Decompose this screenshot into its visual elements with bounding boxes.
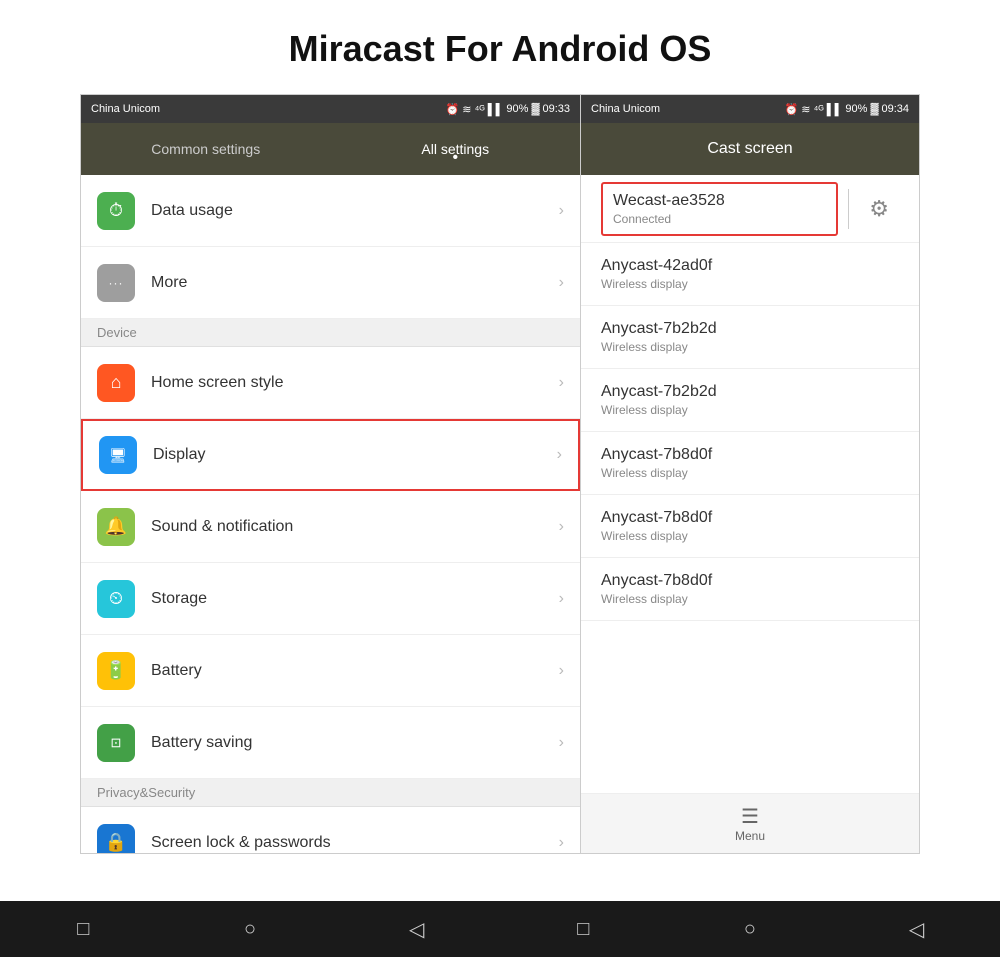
cast-device-status-0: Wireless display (601, 277, 899, 291)
data-usage-label: Data usage (151, 202, 559, 220)
battery-label: Battery (151, 662, 559, 680)
status-bar-left: China Unicom ⏰ ≋ ⁴ᴳ ▌▌ 90% ▓ 09:33 (81, 95, 580, 123)
menu-icon: ☰ (741, 804, 759, 829)
cast-device-3[interactable]: Anycast-7b8d0f Wireless display (581, 432, 919, 495)
time-left: 09:33 (542, 103, 570, 115)
cast-device-0[interactable]: Anycast-42ad0f Wireless display (581, 243, 919, 306)
settings-item-screen-lock[interactable]: 🔒 Screen lock & passwords › (81, 807, 580, 853)
nav-back-left[interactable]: ◁ (377, 917, 457, 942)
battery-icon-right: ▓ (870, 103, 878, 115)
cast-device-name-2: Anycast-7b2b2d (601, 383, 899, 401)
nav-square-left[interactable]: □ (43, 918, 123, 941)
bottom-nav: □ ○ ◁ □ ○ ◁ (0, 901, 1000, 957)
status-signal-left: ⏰ ≋ ⁴ᴳ ▌▌ (446, 103, 504, 116)
more-label: More (151, 274, 559, 292)
phone-left: China Unicom ⏰ ≋ ⁴ᴳ ▌▌ 90% ▓ 09:33 Commo… (81, 95, 581, 853)
cast-device-status-1: Wireless display (601, 340, 899, 354)
cast-title: Cast screen (707, 140, 792, 158)
screen-lock-label: Screen lock & passwords (151, 834, 559, 852)
arrow-screen-lock: › (559, 834, 564, 852)
nav-square-right[interactable]: □ (543, 918, 623, 941)
arrow-more: › (559, 274, 564, 292)
settings-item-battery[interactable]: 🔋 Battery › (81, 635, 580, 707)
carrier-right: China Unicom (591, 103, 660, 115)
cast-menu-bottom[interactable]: ☰ Menu (581, 793, 919, 853)
battery-saving-label: Battery saving (151, 734, 559, 752)
settings-item-battery-saving[interactable]: ⊡ Battery saving › (81, 707, 580, 779)
settings-item-data-usage[interactable]: ⏱ Data usage › (81, 175, 580, 247)
arrow-battery-saving: › (559, 734, 564, 752)
storage-icon: ⏲ (97, 580, 135, 618)
cast-device-status-5: Wireless display (601, 592, 899, 606)
arrow-battery: › (559, 662, 564, 680)
time-right: 09:34 (881, 103, 909, 115)
more-icon: ··· (97, 264, 135, 302)
page-title: Miracast For Android OS (0, 0, 1000, 94)
phones-container: China Unicom ⏰ ≋ ⁴ᴳ ▌▌ 90% ▓ 09:33 Commo… (80, 94, 920, 854)
nav-header-left: Common settings All settings (81, 123, 580, 175)
cast-device-status-3: Wireless display (601, 466, 899, 480)
battery-right: 90% (845, 103, 867, 115)
battery-icon: 🔋 (97, 652, 135, 690)
tab-all-settings[interactable]: All settings (331, 127, 581, 171)
cast-device-2[interactable]: Anycast-7b2b2d Wireless display (581, 369, 919, 432)
tab-common-settings[interactable]: Common settings (81, 127, 331, 171)
display-label: Display (153, 446, 557, 464)
settings-item-storage[interactable]: ⏲ Storage › (81, 563, 580, 635)
phone-right: China Unicom ⏰ ≋ ⁴ᴳ ▌▌ 90% ▓ 09:34 Cast … (581, 95, 919, 853)
arrow-display: › (557, 446, 562, 464)
home-screen-label: Home screen style (151, 374, 559, 392)
cast-device-name-4: Anycast-7b8d0f (601, 509, 899, 527)
cast-device-5[interactable]: Anycast-7b8d0f Wireless display (581, 558, 919, 621)
settings-item-sound[interactable]: 🔔 Sound & notification › (81, 491, 580, 563)
battery-saving-icon: ⊡ (97, 724, 135, 762)
cast-divider (848, 189, 849, 229)
cast-device-status-4: Wireless display (601, 529, 899, 543)
nav-circle-right[interactable]: ○ (710, 918, 790, 941)
nav-circle-left[interactable]: ○ (210, 918, 290, 941)
settings-item-home-screen[interactable]: ⌂ Home screen style › (81, 347, 580, 419)
cast-settings-icon[interactable]: ⚙ (859, 196, 899, 222)
section-device: Device (81, 319, 580, 347)
sound-label: Sound & notification (151, 518, 559, 536)
settings-item-more[interactable]: ··· More › (81, 247, 580, 319)
status-icons-right: ⏰ ≋ ⁴ᴳ ▌▌ 90% ▓ 09:34 (785, 103, 909, 116)
status-signal-right: ⏰ ≋ ⁴ᴳ ▌▌ (785, 103, 843, 116)
section-privacy: Privacy&Security (81, 779, 580, 807)
display-icon: 🖥 (99, 436, 137, 474)
connected-device-name: Wecast-ae3528 (613, 192, 826, 210)
menu-label: Menu (735, 829, 765, 843)
connected-device-row[interactable]: Wecast-ae3528 Connected ⚙ (581, 175, 919, 243)
battery-icon-left: ▓ (531, 103, 539, 115)
carrier-left: China Unicom (91, 103, 160, 115)
cast-device-name-5: Anycast-7b8d0f (601, 572, 899, 590)
connected-device-info: Wecast-ae3528 Connected (601, 182, 838, 236)
settings-item-display[interactable]: 🖥 Display › (81, 419, 580, 491)
connected-device-status: Connected (613, 212, 826, 226)
nav-back-right[interactable]: ◁ (877, 917, 957, 942)
screen-lock-icon: 🔒 (97, 824, 135, 854)
storage-label: Storage (151, 590, 559, 608)
cast-header: Cast screen (581, 123, 919, 175)
arrow-data-usage: › (559, 202, 564, 220)
cast-device-name-3: Anycast-7b8d0f (601, 446, 899, 464)
status-icons-left: ⏰ ≋ ⁴ᴳ ▌▌ 90% ▓ 09:33 (446, 103, 570, 116)
arrow-storage: › (559, 590, 564, 608)
sound-icon: 🔔 (97, 508, 135, 546)
cast-device-name-1: Anycast-7b2b2d (601, 320, 899, 338)
settings-list: ⏱ Data usage › ··· More › Device ⌂ Ho (81, 175, 580, 853)
data-usage-icon: ⏱ (97, 192, 135, 230)
cast-device-1[interactable]: Anycast-7b2b2d Wireless display (581, 306, 919, 369)
cast-device-name-0: Anycast-42ad0f (601, 257, 899, 275)
home-icon: ⌂ (97, 364, 135, 402)
status-bar-right: China Unicom ⏰ ≋ ⁴ᴳ ▌▌ 90% ▓ 09:34 (581, 95, 919, 123)
cast-device-4[interactable]: Anycast-7b8d0f Wireless display (581, 495, 919, 558)
cast-list: Wecast-ae3528 Connected ⚙ Anycast-42ad0f… (581, 175, 919, 793)
battery-left: 90% (506, 103, 528, 115)
cast-device-status-2: Wireless display (601, 403, 899, 417)
arrow-home: › (559, 374, 564, 392)
arrow-sound: › (559, 518, 564, 536)
